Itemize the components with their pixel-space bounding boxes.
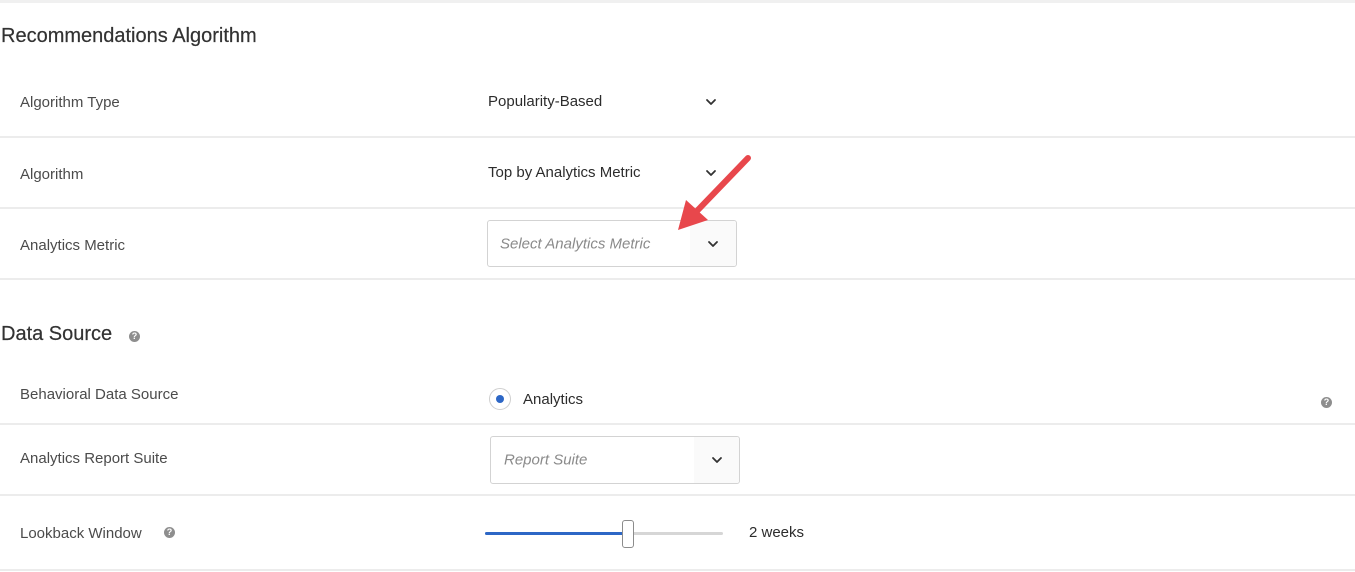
question-circle-icon[interactable]: ?	[129, 331, 140, 342]
chevron-down-icon	[708, 240, 718, 247]
report-suite-dropdown-button[interactable]	[694, 437, 739, 483]
analytics-metric-combobox[interactable]: Select Analytics Metric	[487, 220, 737, 267]
recommendations-section-title: Recommendations Algorithm	[1, 25, 257, 47]
algorithm-value: Top by Analytics Metric	[488, 164, 641, 181]
algorithm-type-select[interactable]: Popularity-Based	[488, 88, 728, 116]
lookback-slider-handle[interactable]	[621, 520, 634, 548]
chevron-down-icon	[706, 99, 716, 105]
row-divider	[0, 423, 1355, 425]
report-suite-input[interactable]: Report Suite	[491, 437, 695, 483]
analytics-report-suite-label: Analytics Report Suite	[20, 450, 168, 467]
analytics-radio-label[interactable]: Analytics	[523, 391, 583, 408]
top-divider	[0, 0, 1355, 3]
analytics-metric-label: Analytics Metric	[20, 237, 126, 254]
radio-selected-dot	[496, 395, 504, 403]
question-circle-icon[interactable]: ?	[164, 527, 175, 538]
analytics-radio[interactable]	[489, 388, 511, 410]
red-arrow-icon	[678, 155, 751, 230]
chevron-down-icon	[711, 457, 722, 463]
row-divider	[0, 136, 1355, 138]
algorithm-type-label: Algorithm Type	[20, 94, 120, 111]
report-suite-placeholder: Report Suite	[504, 451, 588, 469]
algorithm-label: Algorithm	[20, 166, 84, 183]
report-suite-combobox[interactable]: Report Suite	[490, 436, 740, 484]
row-divider	[0, 207, 1355, 209]
question-circle-icon[interactable]: ?	[1321, 397, 1332, 408]
analytics-metric-input[interactable]: Select Analytics Metric	[488, 221, 691, 266]
analytics-metric-dropdown-button[interactable]	[690, 221, 736, 266]
lookback-value: 2 weeks	[749, 524, 805, 541]
behavioral-data-source-label: Behavioral Data Source	[20, 386, 179, 403]
chevron-down-icon	[706, 170, 716, 176]
lookback-slider-fill	[485, 532, 628, 535]
row-divider	[0, 278, 1355, 280]
algorithm-select[interactable]: Top by Analytics Metric	[488, 159, 728, 187]
analytics-metric-placeholder: Select Analytics Metric	[500, 235, 651, 252]
data-source-section-title: Data Source	[1, 323, 113, 345]
lookback-window-label: Lookback Window	[20, 525, 142, 542]
row-divider	[0, 569, 1355, 571]
algorithm-type-value: Popularity-Based	[488, 93, 603, 110]
row-divider	[0, 494, 1355, 496]
